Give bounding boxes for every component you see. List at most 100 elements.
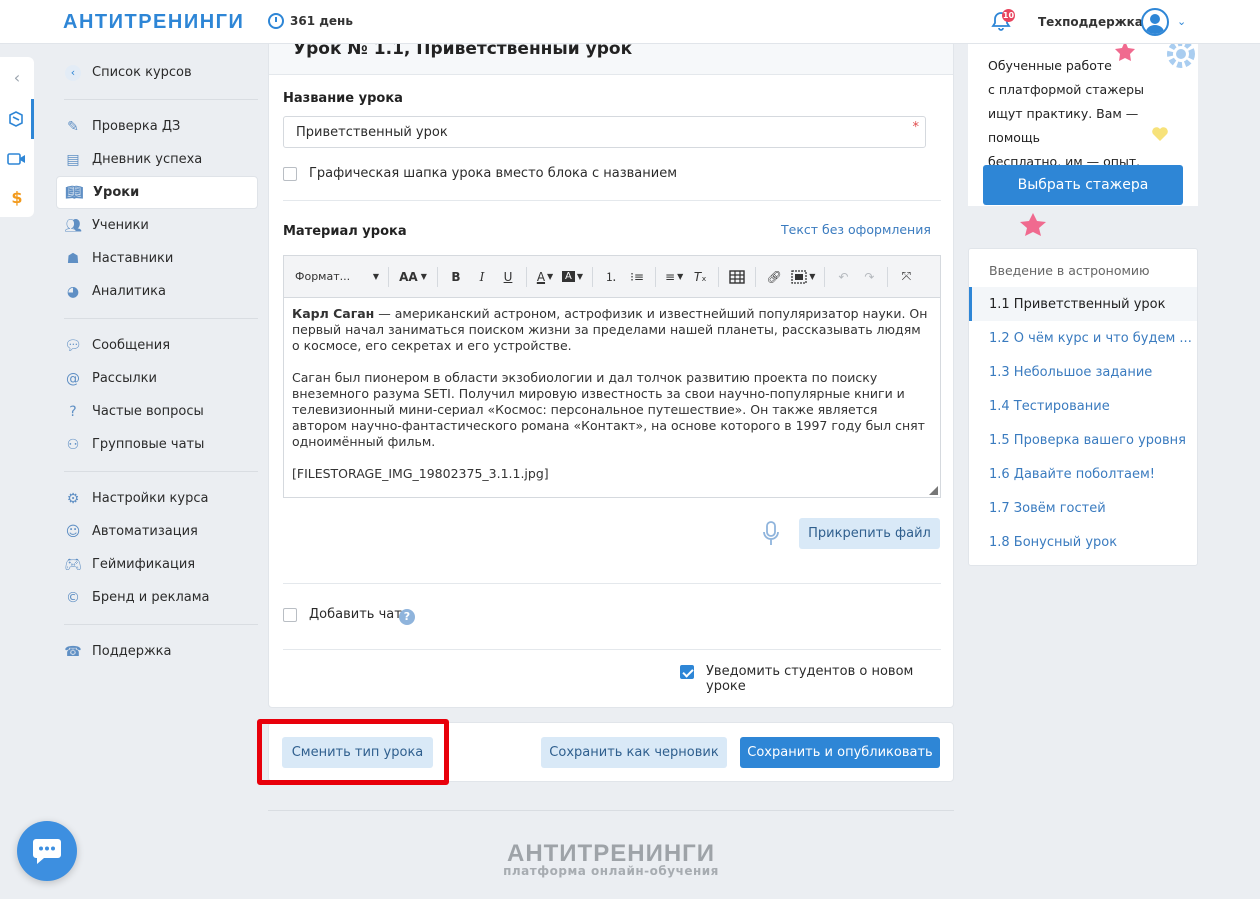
sidebar-item[interactable]: © Бренд и реклама xyxy=(56,581,258,614)
sidebar-item[interactable]: ☺ Автоматизация xyxy=(56,515,258,548)
notify-students-checkbox[interactable] xyxy=(680,665,694,679)
resize-handle[interactable] xyxy=(929,486,938,495)
underline-icon: U xyxy=(503,269,513,284)
graphic-header-label[interactable]: Графическая шапка урока вместо блока с н… xyxy=(309,166,677,181)
highlight-color-button[interactable]: A ▼ xyxy=(559,264,586,290)
outline-item[interactable]: 1.1 Приветственный урок xyxy=(969,287,1197,321)
outline-item[interactable]: 1.8 Бонусный урок xyxy=(969,525,1197,559)
rail-finance[interactable]: $ xyxy=(0,177,34,217)
days-counter: 361 день xyxy=(268,13,353,29)
question-icon[interactable]: ? xyxy=(399,609,415,625)
format-dropdown-label: Формат... xyxy=(295,270,351,283)
gamepad-icon: 🎮︎ xyxy=(64,556,82,573)
toolbar-separator xyxy=(755,266,757,287)
save-publish-button[interactable]: Сохранить и опубликовать xyxy=(740,737,940,768)
toolbar-separator xyxy=(655,266,656,287)
user-name[interactable]: Техподдержка xyxy=(1038,15,1143,29)
toolbar-separator xyxy=(887,266,889,287)
editor-content[interactable]: Карл Саган — американский астроном, астр… xyxy=(284,298,940,506)
notifications-button[interactable]: 10 xyxy=(990,9,1015,32)
chevron-down-icon[interactable]: ⌄ xyxy=(1177,15,1186,28)
graphic-header-checkbox[interactable] xyxy=(283,167,297,181)
clear-format-button[interactable]: Tₓ xyxy=(688,264,712,290)
rail-courses[interactable] xyxy=(0,99,34,139)
collapse-sidebar-button[interactable]: ‹ xyxy=(0,57,34,97)
divider xyxy=(64,318,258,319)
redo-button[interactable]: ↷ xyxy=(857,264,881,290)
plain-text-link[interactable]: Текст без оформления xyxy=(781,222,931,237)
sidebar-item[interactable]: 🎮︎ Геймификация xyxy=(56,548,258,581)
font-size-dropdown[interactable]: AA ▼ xyxy=(395,264,431,290)
outline-item[interactable]: 1.3 Небольшое задание xyxy=(969,355,1197,389)
bullet-list-button[interactable]: ⁝≡ xyxy=(625,264,649,290)
sidebar-item[interactable]: 👥︎ Ученики xyxy=(56,209,258,242)
align-dropdown[interactable]: ≡ ▼ xyxy=(662,264,686,290)
material-label: Материал урока xyxy=(283,224,407,239)
table-button[interactable] xyxy=(725,264,749,290)
sidebar-item[interactable]: ⚙ Настройки курса xyxy=(56,482,258,515)
add-chat-checkbox[interactable] xyxy=(283,608,297,622)
undo-button[interactable]: ↶ xyxy=(831,264,855,290)
clear-format-icon: Tₓ xyxy=(693,269,707,284)
lesson-name-input[interactable]: Приветственный урок * xyxy=(283,116,926,148)
toolbar-separator xyxy=(388,266,389,287)
group-chat-icon: ⚇ xyxy=(66,436,80,453)
underline-button[interactable]: U xyxy=(496,264,520,290)
sidebar-item[interactable]: 💬︎ Сообщения xyxy=(56,329,258,362)
sidebar-item-label: Групповые чаты xyxy=(92,437,205,452)
choose-intern-button[interactable]: Выбрать стажера xyxy=(983,165,1183,205)
app-logo[interactable]: АНТИТРЕНИНГИ xyxy=(63,11,244,34)
sidebar-item[interactable]: ◕ Аналитика xyxy=(56,275,258,308)
back-to-courses[interactable]: ‹ Список курсов xyxy=(56,56,258,89)
voice-record-button[interactable] xyxy=(763,521,779,547)
required-mark: * xyxy=(912,120,920,135)
sidebar-item[interactable]: @ Рассылки xyxy=(56,362,258,395)
promo-text: Обученные работе с платформой стажеры ищ… xyxy=(988,54,1188,174)
editor-paragraph: [FILESTORAGE_IMG_19802375_3.1.1.jpg] xyxy=(292,466,549,481)
lesson-name-value: Приветственный урок xyxy=(296,125,448,140)
outline-item[interactable]: 1.4 Тестирование xyxy=(969,389,1197,423)
sidebar-item[interactable]: 📖︎ Уроки xyxy=(56,176,258,209)
add-chat-label[interactable]: Добавить чат xyxy=(309,607,402,622)
text-color-button[interactable]: A ▼ xyxy=(533,264,557,290)
save-draft-button[interactable]: Сохранить как черновик xyxy=(541,737,727,768)
rich-text-editor[interactable]: Формат... ▼ AA ▼ B I U A ▼ A ▼ ⒈ ⁝≡ ≡ ▼ Tₓ 🔗︎… xyxy=(283,255,941,498)
format-dropdown[interactable]: Формат... ▼ xyxy=(292,264,382,290)
outline-item[interactable]: 1.5 Проверка вашего уровня xyxy=(969,423,1197,457)
sidebar-item[interactable]: ? Частые вопросы xyxy=(56,395,258,428)
sidebar-item-label: Поддержка xyxy=(92,644,172,659)
lesson-editor-card: Урок № 1.1, Приветственный урок Название… xyxy=(268,32,954,708)
course-title: Введение в астрономию xyxy=(989,263,1150,278)
sidebar-item-label: Геймификация xyxy=(92,557,196,572)
sidebar-item[interactable]: ✎ Проверка ДЗ xyxy=(56,110,258,143)
link-button[interactable]: 🔗︎ xyxy=(762,264,786,290)
fullscreen-button[interactable]: ⤧ xyxy=(894,264,918,290)
outline-item[interactable]: 1.6 Давайте поболтаем! xyxy=(969,457,1197,491)
outline-item[interactable]: 1.2 О чём курс и что будем ... xyxy=(969,321,1197,355)
bold-button[interactable]: B xyxy=(444,264,468,290)
sidebar-item[interactable]: ☗ Наставники xyxy=(56,242,258,275)
toolbar-separator xyxy=(592,266,593,287)
outline-item[interactable]: 1.7 Зовём гостей xyxy=(969,491,1197,525)
media-dropdown[interactable]: ▼ xyxy=(788,264,818,290)
sidebar-item-label: Бренд и реклама xyxy=(92,590,210,605)
courses-icon xyxy=(8,111,23,127)
gear-icon: ⚙ xyxy=(66,490,80,507)
chat-widget-button[interactable] xyxy=(17,821,77,881)
numbered-list-button[interactable]: ⒈ xyxy=(599,264,623,290)
lesson-outline: Введение в астрономию 1.1 Приветственный… xyxy=(968,248,1198,566)
sidebar-item[interactable]: ⚇ Групповые чаты xyxy=(56,428,258,461)
sidebar-item[interactable]: ☎ Поддержка xyxy=(56,635,258,668)
chevron-left-icon: ‹ xyxy=(13,67,21,87)
italic-icon: I xyxy=(479,269,485,284)
notify-students-label[interactable]: Уведомить студентов о новом уроке xyxy=(706,664,953,694)
messages-icon: 💬︎ xyxy=(64,337,82,354)
rail-webinars[interactable] xyxy=(0,139,34,179)
divider xyxy=(64,471,258,472)
sidebar-item[interactable]: ▤ Дневник успеха xyxy=(56,143,258,176)
editor-paragraph: Карл Саган — американский астроном, астр… xyxy=(292,306,932,354)
italic-button[interactable]: I xyxy=(470,264,494,290)
sidebar-item-label: Аналитика xyxy=(92,284,166,299)
attach-file-button[interactable]: Прикрепить файл xyxy=(799,518,940,549)
avatar[interactable] xyxy=(1141,8,1169,36)
